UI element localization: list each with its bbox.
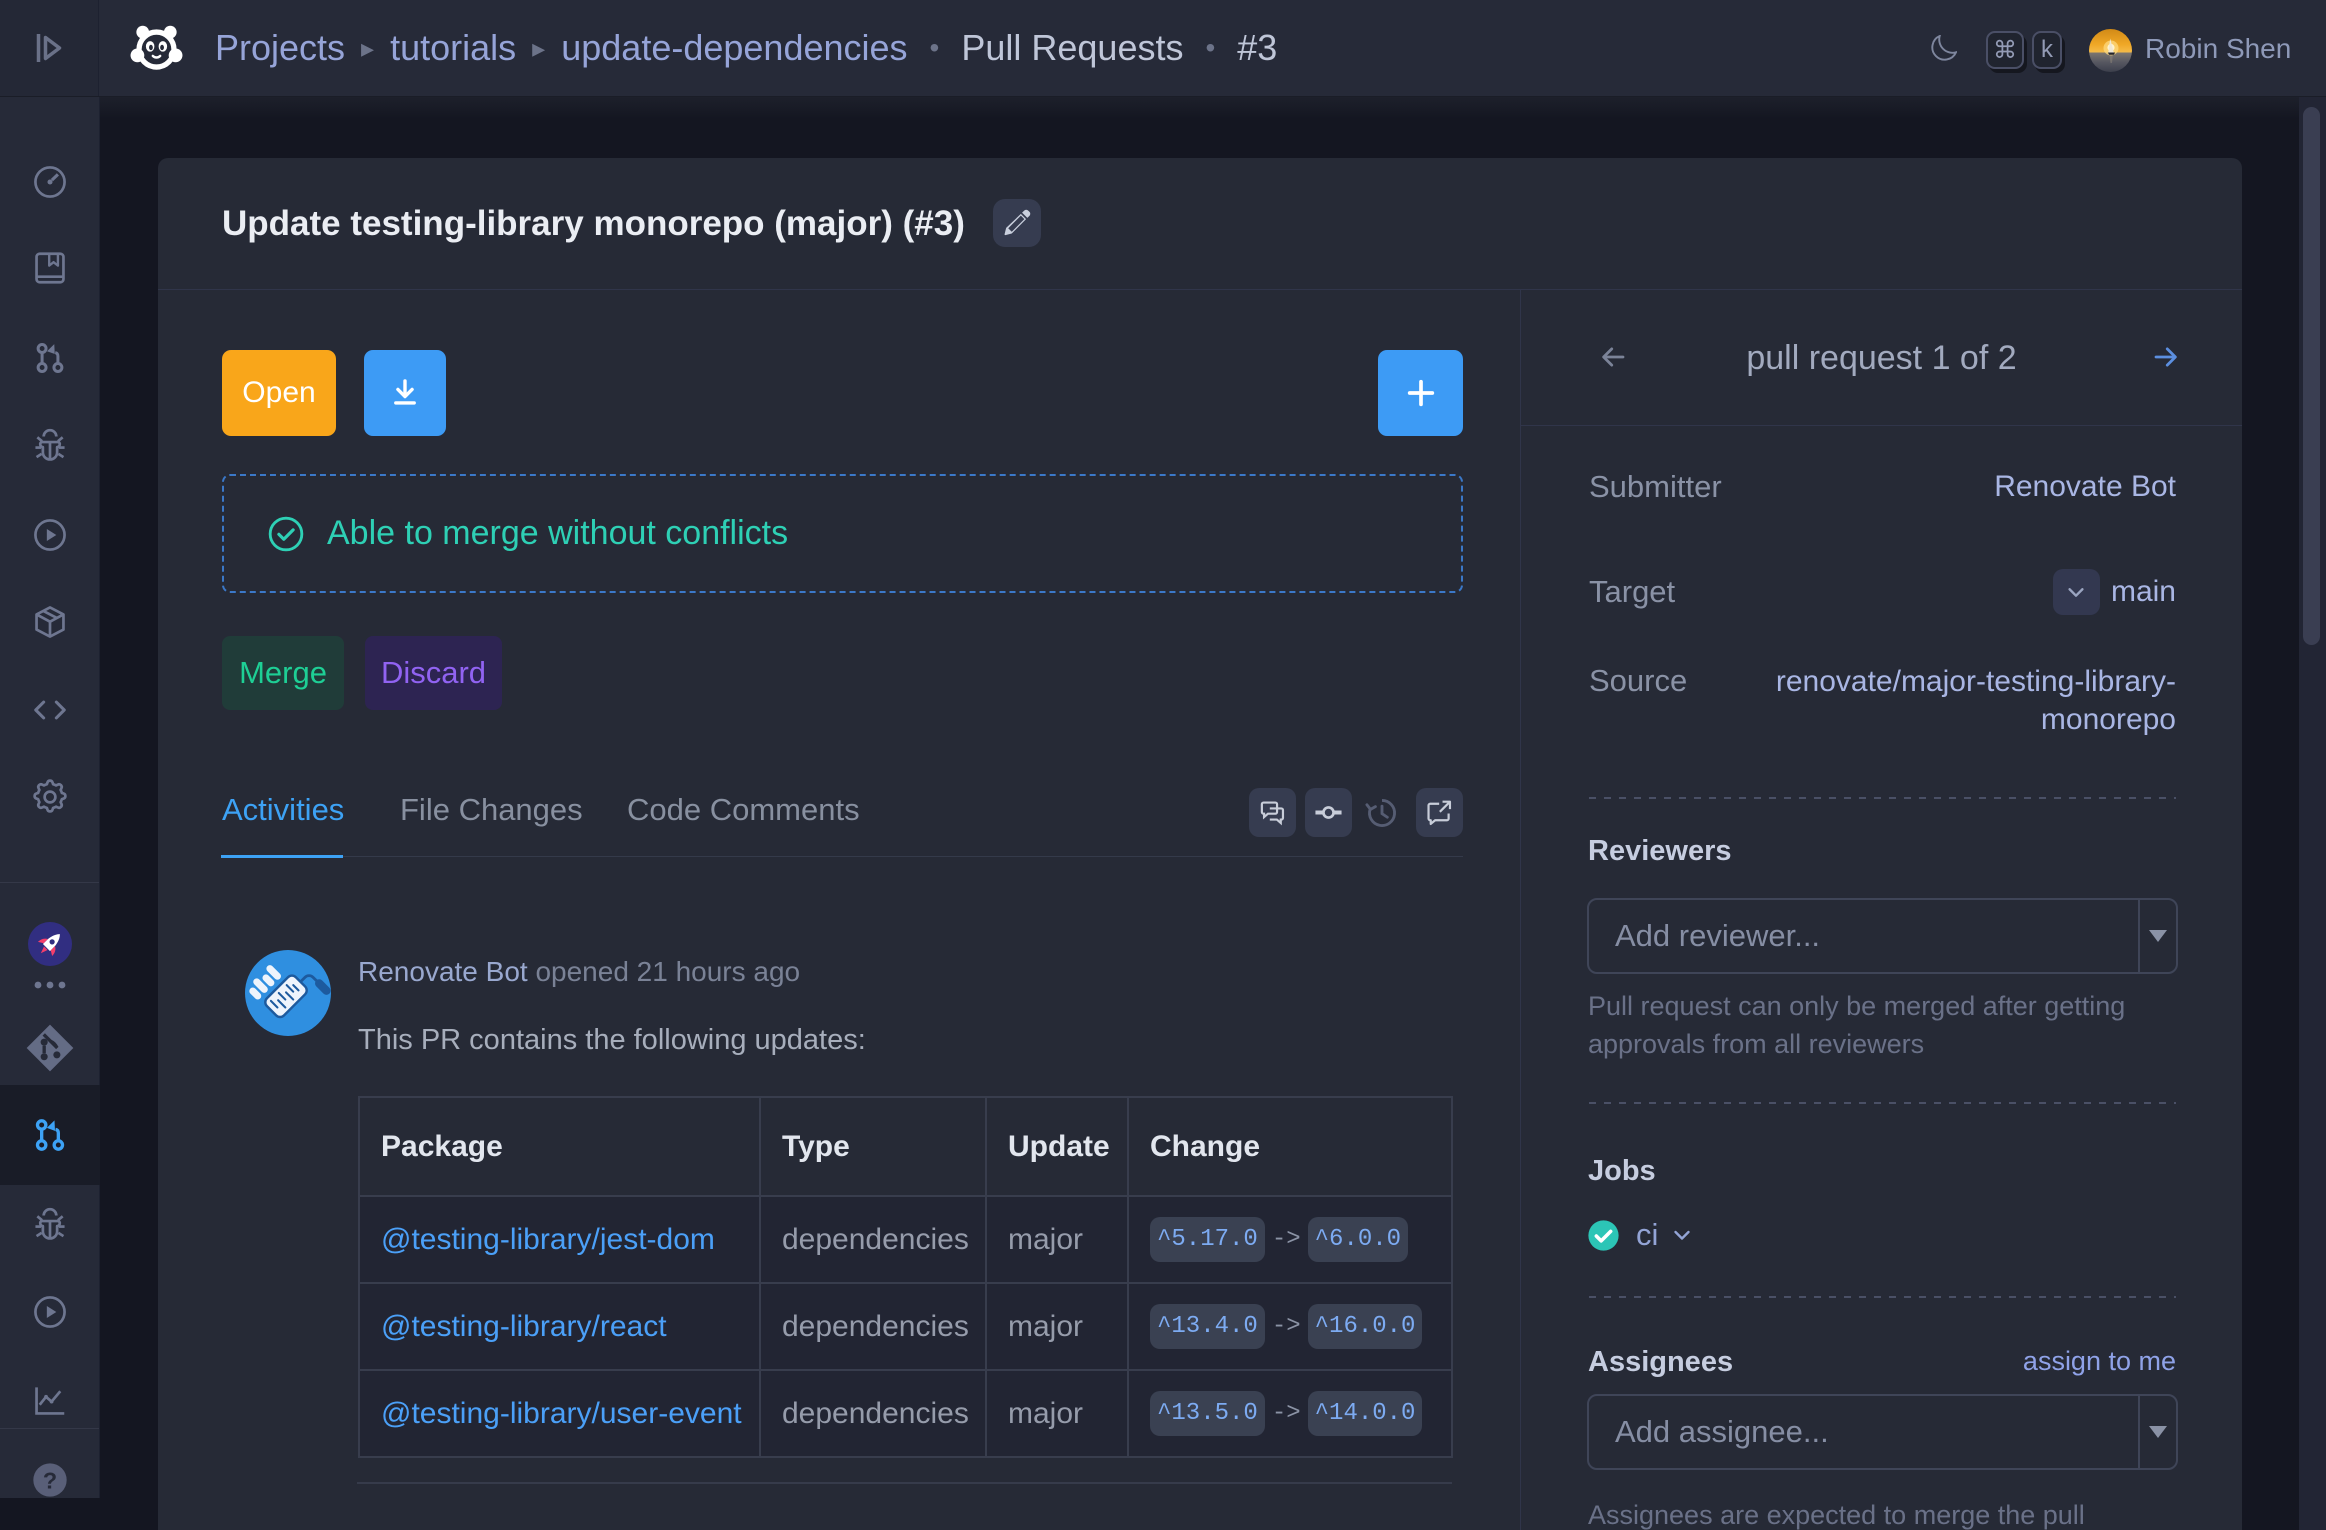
svg-text:?: ? — [42, 1467, 56, 1493]
